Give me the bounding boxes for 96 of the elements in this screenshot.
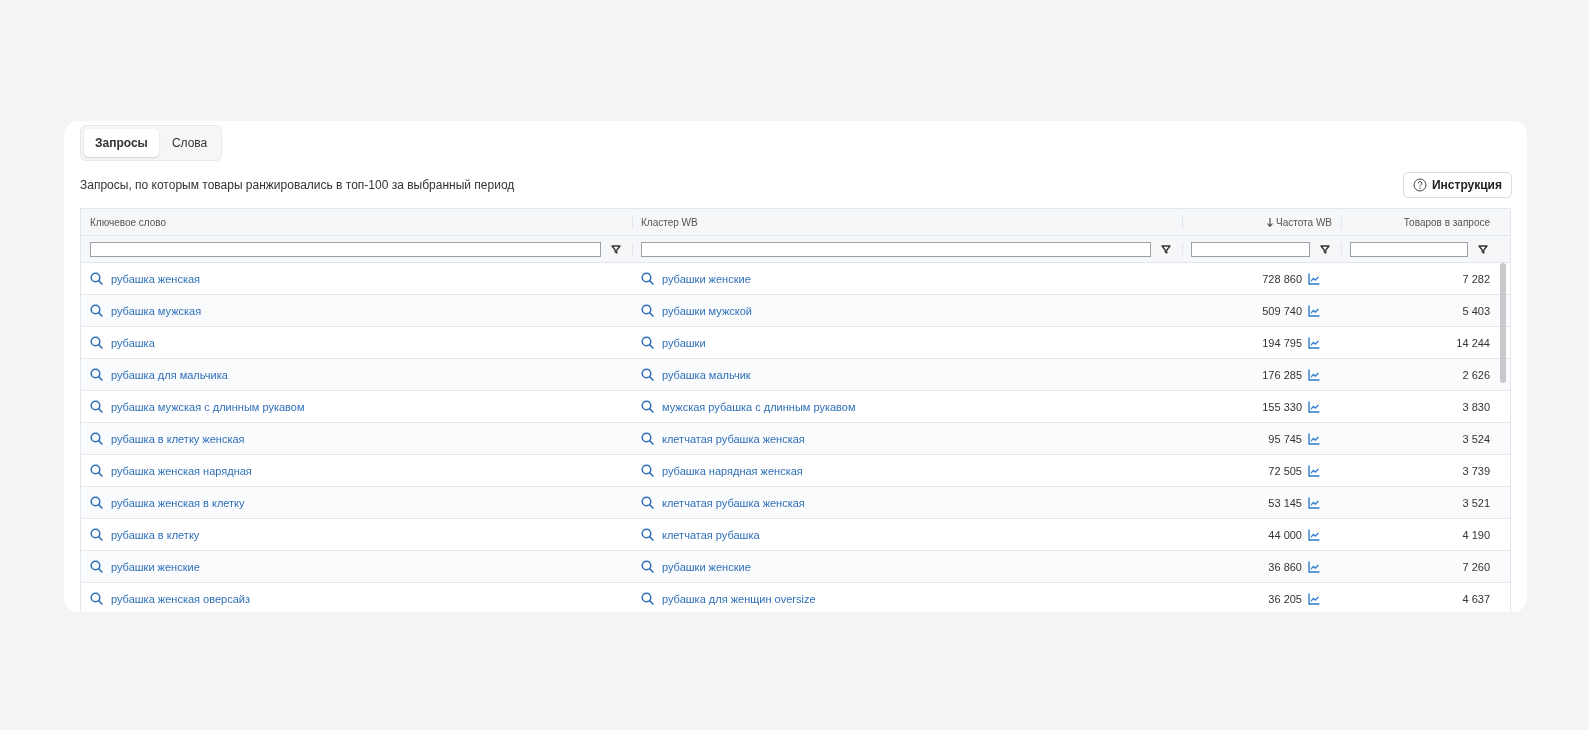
line-chart-icon[interactable] [1308, 432, 1320, 445]
filter-field[interactable] [641, 241, 1151, 257]
keyword-link[interactable]: рубашка мужская с длинным рукавом [111, 400, 305, 413]
cluster-link[interactable]: клетчатая рубашка женская [662, 432, 805, 445]
filter-field[interactable] [1350, 241, 1468, 257]
filter-icon[interactable] [611, 244, 621, 254]
keyword-link[interactable]: рубашка мужская [111, 304, 202, 317]
search-icon [641, 432, 654, 445]
keyword-link[interactable]: рубашка в клетку женская [111, 432, 245, 445]
cluster-link[interactable]: рубашка нарядная женская [662, 464, 803, 477]
frequency-value: 176 285 [1262, 368, 1302, 381]
keyword-link[interactable]: рубашка для мальчика [111, 368, 228, 381]
keyword-link[interactable]: рубашка в клетку [111, 528, 200, 541]
description-text: Запросы, по которым товары ранжировались в топ-100 за выбранный период [80, 178, 515, 192]
frequency-value: 194 795 [1262, 336, 1302, 349]
column-header[interactable]: Товаров в запросе [1403, 216, 1490, 228]
keyword-link[interactable]: рубашка женская нарядная [111, 464, 252, 477]
help-icon [1412, 178, 1427, 192]
search-icon [90, 592, 103, 605]
products-count: 3 739 [1462, 464, 1490, 477]
keyword-link[interactable]: рубашки женские [111, 560, 200, 573]
column-header[interactable]: Частота WB [1276, 216, 1332, 228]
cluster-link[interactable]: клетчатая рубашка [662, 528, 760, 541]
cluster-link[interactable]: клетчатая рубашка женская [662, 496, 805, 509]
frequency-value: 728 860 [1262, 272, 1302, 285]
search-icon [90, 272, 103, 285]
scrollbar[interactable] [1500, 263, 1506, 383]
search-icon [90, 304, 103, 317]
frequency-value: 95 745 [1268, 432, 1302, 445]
filter-icon[interactable] [1161, 244, 1171, 254]
frequency-value: 36 205 [1268, 592, 1302, 605]
frequency-value: 509 740 [1262, 304, 1302, 317]
products-count: 5 403 [1462, 304, 1490, 317]
line-chart-icon[interactable] [1308, 400, 1320, 413]
search-icon [90, 368, 103, 381]
search-icon [90, 528, 103, 541]
frequency-value: 53 145 [1268, 496, 1302, 509]
column-header[interactable]: Кластер WB [641, 216, 698, 228]
products-count: 2 626 [1462, 368, 1490, 381]
filter-icon[interactable] [1320, 244, 1330, 254]
products-count: 3 830 [1462, 400, 1490, 413]
cluster-link[interactable]: рубашки женские [662, 560, 751, 573]
search-icon [641, 528, 654, 541]
frequency-value: 72 505 [1268, 464, 1302, 477]
search-icon [90, 464, 103, 477]
search-icon [90, 336, 103, 349]
line-chart-icon[interactable] [1308, 592, 1320, 605]
tab[interactable]: Слова [160, 129, 219, 157]
products-count: 3 521 [1462, 496, 1490, 509]
instruction-button[interactable]: Инструкция [1402, 172, 1512, 198]
line-chart-icon[interactable] [1308, 528, 1320, 541]
products-count: 14 244 [1456, 336, 1490, 349]
search-icon [90, 496, 103, 509]
frequency-value: 36 860 [1268, 560, 1302, 573]
filter-icon[interactable] [1478, 244, 1488, 254]
line-chart-icon[interactable] [1308, 560, 1320, 573]
products-count: 4 190 [1462, 528, 1490, 541]
cluster-link[interactable]: рубашки мужской [662, 304, 752, 317]
line-chart-icon[interactable] [1308, 272, 1320, 285]
products-count: 3 524 [1462, 432, 1490, 445]
cluster-link[interactable]: рубашка мальчик [662, 368, 751, 381]
line-chart-icon[interactable] [1308, 496, 1320, 509]
column-header[interactable]: Ключевое слово [90, 216, 167, 228]
products-count: 4 637 [1462, 592, 1490, 605]
search-icon [641, 272, 654, 285]
cluster-link[interactable]: рубашки [662, 336, 706, 349]
keyword-link[interactable]: рубашка женская [111, 272, 200, 285]
search-icon [90, 400, 103, 413]
search-icon [90, 432, 103, 445]
cluster-link[interactable]: рубашки женские [662, 272, 751, 285]
line-chart-icon[interactable] [1308, 304, 1320, 317]
search-icon [641, 592, 654, 605]
cluster-link[interactable]: рубашка для женщин oversize [662, 592, 816, 605]
cluster-link[interactable]: мужская рубашка с длинным рукавом [662, 400, 856, 413]
filter-field[interactable] [1191, 241, 1310, 257]
frequency-value: 44 000 [1268, 528, 1302, 541]
search-icon [641, 560, 654, 573]
keyword-link[interactable]: рубашка женская оверсайз [111, 592, 250, 605]
search-icon [641, 336, 654, 349]
search-icon [641, 464, 654, 477]
tab[interactable]: Запросы [84, 129, 159, 157]
frequency-value: 155 330 [1262, 400, 1302, 413]
keyword-link[interactable]: рубашка [111, 336, 155, 349]
search-icon [90, 560, 103, 573]
search-icon [641, 368, 654, 381]
line-chart-icon[interactable] [1308, 368, 1320, 381]
line-chart-icon[interactable] [1308, 336, 1320, 349]
filter-field[interactable] [90, 241, 601, 257]
search-icon [641, 496, 654, 509]
line-chart-icon[interactable] [1308, 464, 1320, 477]
search-icon [641, 304, 654, 317]
sort-down-icon[interactable] [1267, 217, 1274, 227]
products-count: 7 260 [1462, 560, 1490, 573]
keyword-link[interactable]: рубашка женская в клетку [111, 496, 245, 509]
search-icon [641, 400, 654, 413]
products-count: 7 282 [1462, 272, 1490, 285]
